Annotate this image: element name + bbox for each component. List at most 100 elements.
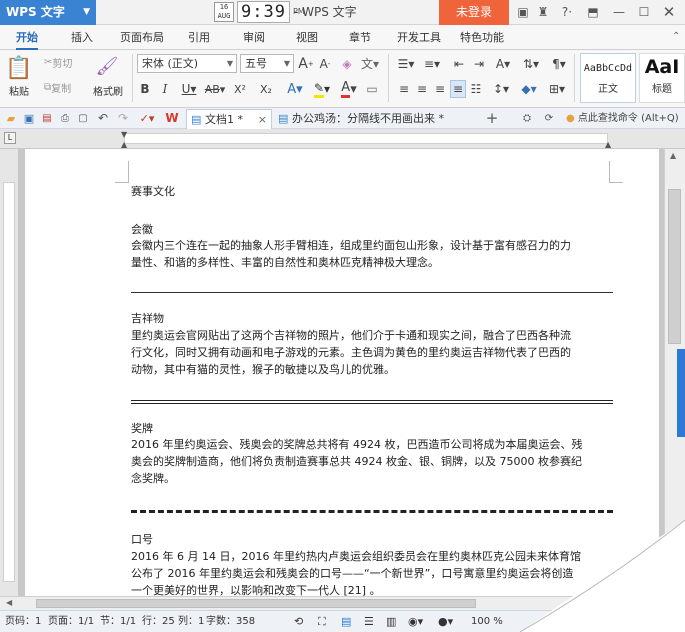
status-word-count[interactable]: 字数：358 [206,611,255,632]
justify-icon[interactable]: ≡ [450,80,466,98]
maximize-icon[interactable]: ☐ [635,3,653,21]
tab-references[interactable]: 引用 [188,25,210,50]
line-spacing-icon[interactable]: ↕▾ [490,80,512,98]
wps-logo-icon[interactable]: W [164,110,180,126]
distributed-icon[interactable]: ☷ [468,80,484,98]
tab-stop-selector[interactable]: L [4,132,16,144]
text-line: 念奖牌。 [131,472,175,485]
vertical-ruler-area [3,182,15,582]
cut-button[interactable]: ✂ 剪切 [44,55,72,70]
paste-icon[interactable]: 📋 [5,54,32,82]
show-marks-icon[interactable]: ¶▾ [548,54,570,73]
tab-document-2[interactable]: ▤ 办公鸡汤：分隔线不用画出来 * [274,109,474,129]
save-icon[interactable]: ▣ [22,110,36,126]
tab-special-features[interactable]: 特色功能 [460,25,504,50]
highlight-icon[interactable]: ✎ ▾ [310,80,334,98]
export-pdf-icon[interactable]: ▤ [40,110,54,126]
scroll-thumb[interactable] [668,189,681,344]
close-icon[interactable]: ✕ [660,3,678,21]
hanging-indent-marker[interactable]: ▲ [121,140,127,149]
decrease-indent-icon[interactable]: ⇤ [450,54,468,73]
tab-view[interactable]: 视图 [296,25,318,50]
sort-icon[interactable]: ⇅▾ [520,54,542,73]
tab-section[interactable]: 章节 [349,25,371,50]
bullets-icon[interactable]: ☰▾ [394,54,418,73]
command-search[interactable]: ● 点此查找命令 (Alt+Q) [566,111,679,126]
shirt-icon[interactable]: ♜ [534,3,552,21]
format-painter-label[interactable]: 格式刷 [90,83,126,98]
side-panel-toggle[interactable] [677,349,685,437]
format-painter-icon[interactable]: 🖌 [96,54,119,78]
fullscreen-icon[interactable]: ⛶ [318,611,326,632]
numbering-icon[interactable]: ≡▾ [420,54,444,73]
document-icon: ▤ [278,112,289,125]
section-heading: 吉祥物 [131,312,164,325]
restore-icon[interactable]: ⬒ [584,3,602,21]
app-menu-button[interactable]: WPS 文字 ▼ [0,0,96,25]
scroll-up-icon[interactable]: ▲ [670,151,676,160]
section-heading: 口号 [131,533,153,546]
horizontal-ruler[interactable]: L ▼ ▲ ▲ [0,129,685,149]
char-border-icon[interactable]: ▭ [364,80,380,98]
tab-document-1[interactable]: ▤ 文档1 * × [186,109,272,129]
vertical-ruler[interactable] [0,149,19,596]
horizontal-scroll-thumb[interactable] [36,599,476,608]
subscript-icon[interactable]: X₂ [258,80,274,98]
tab-insert[interactable]: 插入 [71,25,93,50]
open-folder-icon[interactable]: ▰ [4,110,18,126]
minimize-icon[interactable]: — [610,3,628,21]
revisions-icon[interactable]: ⟲ [294,611,303,632]
print-preview-icon[interactable]: ▢ [76,110,90,126]
shading-icon[interactable]: ◆▾ [518,80,540,98]
align-center-icon[interactable]: ≡ [414,80,430,98]
font-case-icon[interactable]: A▾ [492,54,514,73]
outline-view-icon[interactable]: ☰ [364,611,374,632]
divider [132,54,133,102]
skin-icon[interactable]: ▣ [514,3,532,21]
text-effect-icon[interactable]: A▾ [284,80,306,98]
align-left-icon[interactable]: ≡ [396,80,412,98]
right-indent-marker[interactable]: ▲ [605,140,611,149]
tab-developer[interactable]: 开发工具 [397,25,441,50]
font-size-select[interactable]: 五号 ▼ [240,54,294,73]
close-tab-icon[interactable]: × [258,110,267,129]
collab-icon[interactable]: ⟳ [542,110,556,126]
undo-icon[interactable]: ↶ [96,110,110,126]
style-heading[interactable]: AaI 标题 [639,53,685,103]
redo-icon[interactable]: ↷ [116,110,130,126]
grow-font-icon[interactable]: A + [298,54,314,73]
page-view-icon[interactable]: ▤ [341,611,351,632]
superscript-icon[interactable]: X² [232,80,248,98]
web-view-icon[interactable]: ◉▾ [408,611,423,632]
paste-label[interactable]: 粘贴 [4,83,34,98]
increase-indent-icon[interactable]: ⇥ [470,54,488,73]
tab-page-layout[interactable]: 页面布局 [120,25,164,50]
tab-home[interactable]: 开始 [16,25,38,50]
underline-icon[interactable]: U▾ [178,80,200,98]
font-color-icon[interactable]: A ▾ [338,80,360,98]
copy-button[interactable]: ⧉ 复制 [44,80,71,95]
shrink-font-icon[interactable]: A- [317,54,333,73]
phonetic-guide-icon[interactable]: 文▾ [360,54,380,73]
chevron-up-icon[interactable]: ⌃ [672,31,680,42]
help-icon[interactable]: ?· [556,3,578,21]
align-right-icon[interactable]: ≡ [432,80,448,98]
clear-format-icon[interactable]: ◈ [338,54,356,73]
strikethrough-icon[interactable]: AB ▾ [204,80,226,98]
bold-icon[interactable]: B [138,80,152,98]
login-button[interactable]: 未登录 [439,0,509,25]
style-normal[interactable]: AaBbCcDd 正文 [580,53,636,103]
zoom-level[interactable]: 100 % [471,611,503,632]
indent-marker[interactable]: ▼ [121,130,127,139]
italic-icon[interactable]: I [158,80,172,98]
tab-review[interactable]: 审阅 [243,25,265,50]
borders-icon[interactable]: ⊞▾ [546,80,568,98]
font-name-select[interactable]: 宋体 (正文) ▼ [137,54,237,73]
new-tab-icon[interactable]: + [484,109,500,127]
print-icon[interactable]: ⎙ [58,110,72,126]
read-view-icon[interactable]: ▥ [386,611,396,632]
eye-protection-icon[interactable]: ●▾ [438,611,453,632]
scroll-left-icon[interactable]: ◀ [6,598,12,607]
share-icon[interactable]: ⛭ [520,110,534,126]
customize-toolbar-icon[interactable]: ✓▾ [140,110,155,126]
